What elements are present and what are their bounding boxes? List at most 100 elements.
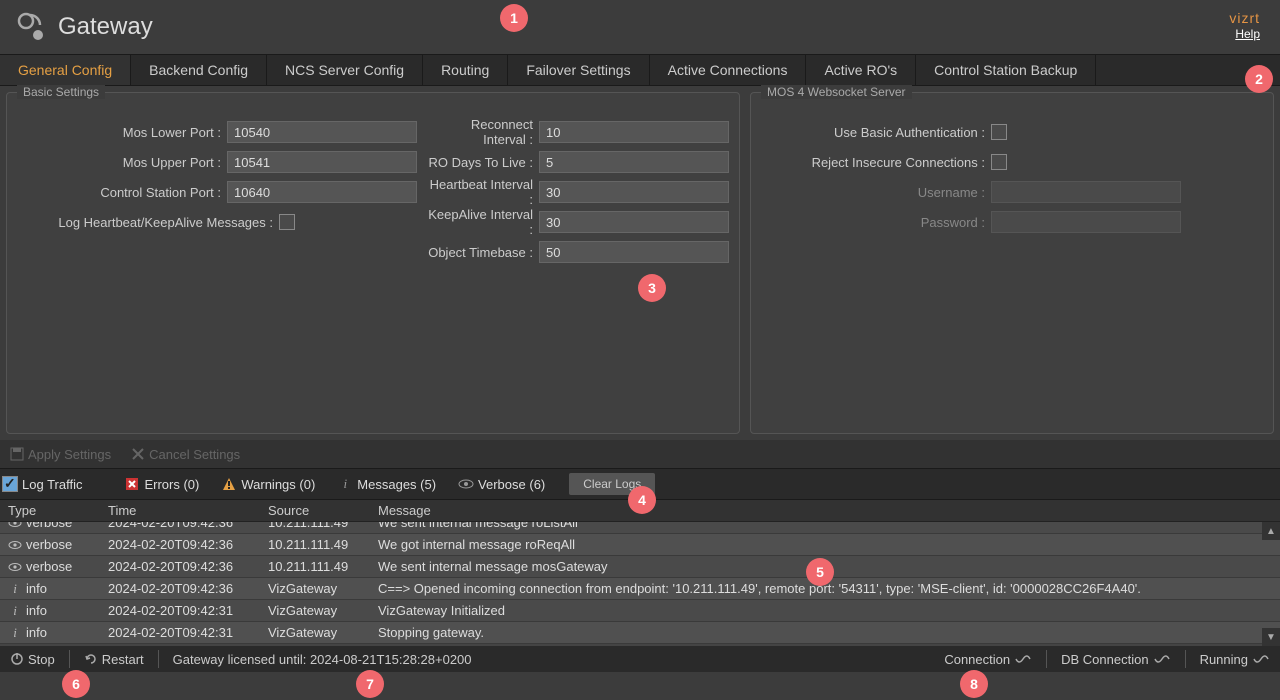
tab-general-config[interactable]: General Config (0, 55, 131, 85)
log-message: Stopping gateway. (370, 625, 1280, 640)
filter-verbose[interactable]: Verbose (6) (454, 476, 549, 492)
actions-bar: Apply Settings Cancel Settings (0, 440, 1280, 468)
tab-failover-settings[interactable]: Failover Settings (508, 55, 649, 85)
log-traffic-checkbox[interactable] (2, 476, 18, 492)
log-row[interactable]: verbose 2024-02-20T09:42:36 10.211.111.4… (0, 522, 1280, 534)
ro-days-input[interactable] (539, 151, 729, 173)
mos-lower-port-input[interactable] (227, 121, 417, 143)
log-row[interactable]: iinfo 2024-02-20T09:42:36 VizGateway C==… (0, 578, 1280, 600)
log-col-time: Time (100, 503, 260, 518)
tab-active-ros[interactable]: Active RO's (806, 55, 916, 85)
app-title: Gateway (58, 13, 153, 41)
verbose-icon (8, 522, 22, 528)
restart-button[interactable]: Restart (78, 652, 150, 667)
annotation-marker: 8 (960, 670, 988, 698)
log-source: VizGateway (260, 603, 370, 618)
log-type: info (26, 625, 47, 640)
tab-control-station-backup[interactable]: Control Station Backup (916, 55, 1096, 85)
scroll-down-button[interactable]: ▼ (1262, 628, 1280, 646)
running-label: Running (1200, 652, 1248, 667)
help-link[interactable]: Help (1235, 27, 1260, 41)
log-col-source: Source (260, 503, 370, 518)
tab-backend-config[interactable]: Backend Config (131, 55, 267, 85)
log-source: VizGateway (260, 625, 370, 640)
control-station-port-input[interactable] (227, 181, 417, 203)
scroll-up-button[interactable]: ▲ (1262, 522, 1280, 540)
keepalive-interval-input[interactable] (539, 211, 729, 233)
log-source: 10.211.111.49 (260, 537, 370, 552)
annotation-marker: 5 (806, 558, 834, 586)
stop-button[interactable]: Stop (4, 652, 61, 667)
password-input[interactable] (991, 211, 1181, 233)
annotation-marker: 4 (628, 486, 656, 514)
basic-settings-panel: Basic Settings Mos Lower Port : Mos Uppe… (6, 92, 740, 434)
cancel-settings-label: Cancel Settings (149, 447, 240, 462)
reconnect-interval-input[interactable] (539, 121, 729, 143)
log-time: 2024-02-20T09:42:36 (100, 559, 260, 574)
log-time: 2024-02-20T09:42:31 (100, 625, 260, 640)
log-source: 10.211.111.49 (260, 522, 370, 530)
filter-errors-label: Errors (0) (144, 477, 199, 492)
mos-lower-port-label: Mos Lower Port : (17, 125, 227, 140)
annotation-marker: 7 (356, 670, 384, 698)
link-icon (1014, 652, 1032, 666)
error-icon (124, 476, 140, 492)
log-source: 10.211.111.49 (260, 559, 370, 574)
filter-warnings-label: Warnings (0) (241, 477, 315, 492)
log-row[interactable]: iinfo 2024-02-20T09:42:31 VizGateway Sto… (0, 622, 1280, 644)
db-connection-status: DB Connection (1055, 652, 1176, 667)
annotation-marker: 6 (62, 670, 90, 698)
info-icon: i (8, 603, 22, 619)
gateway-icon (16, 11, 48, 43)
log-heartbeat-checkbox[interactable] (279, 214, 295, 230)
heartbeat-interval-input[interactable] (539, 181, 729, 203)
heartbeat-interval-label: Heartbeat Interval : (427, 177, 539, 207)
apply-settings-button[interactable]: Apply Settings (2, 443, 119, 466)
object-timebase-input[interactable] (539, 241, 729, 263)
verbose-icon (458, 476, 474, 492)
websocket-server-panel: MOS 4 Websocket Server Use Basic Authent… (750, 92, 1274, 434)
log-row[interactable]: verbose 2024-02-20T09:42:36 10.211.111.4… (0, 534, 1280, 556)
mos-upper-port-label: Mos Upper Port : (17, 155, 227, 170)
app-header: Gateway vizrt Help (0, 0, 1280, 54)
mos-upper-port-input[interactable] (227, 151, 417, 173)
warning-icon (221, 476, 237, 492)
object-timebase-label: Object Timebase : (427, 245, 539, 260)
log-row[interactable]: iinfo 2024-02-20T09:42:31 VizGateway Viz… (0, 600, 1280, 622)
info-icon: i (337, 476, 353, 492)
tab-ncs-server-config[interactable]: NCS Server Config (267, 55, 423, 85)
info-icon: i (8, 625, 22, 641)
username-input[interactable] (991, 181, 1181, 203)
verbose-icon (8, 540, 22, 550)
log-type: verbose (26, 559, 72, 574)
connection-status: Connection (938, 652, 1038, 667)
running-status: Running (1194, 652, 1276, 667)
cancel-settings-button[interactable]: Cancel Settings (123, 443, 248, 466)
save-icon (10, 447, 24, 461)
tab-active-connections[interactable]: Active Connections (650, 55, 807, 85)
verbose-icon (8, 562, 22, 572)
connection-label: Connection (944, 652, 1010, 667)
log-time: 2024-02-20T09:42:31 (100, 603, 260, 618)
log-time: 2024-02-20T09:42:36 (100, 537, 260, 552)
username-label: Username : (761, 185, 991, 200)
log-row[interactable]: verbose 2024-02-20T09:42:36 10.211.111.4… (0, 556, 1280, 578)
power-icon (10, 652, 24, 666)
log-source: VizGateway (260, 581, 370, 596)
log-type: info (26, 581, 47, 596)
tab-routing[interactable]: Routing (423, 55, 508, 85)
filter-errors[interactable]: Errors (0) (120, 476, 203, 492)
restart-icon (84, 652, 98, 666)
filter-messages-label: Messages (5) (357, 477, 436, 492)
filter-warnings[interactable]: Warnings (0) (217, 476, 319, 492)
log-traffic-toggle[interactable]: Log Traffic (2, 476, 82, 492)
use-basic-auth-checkbox[interactable] (991, 124, 1007, 140)
log-message: We got internal message roReqAll (370, 537, 1280, 552)
info-icon: i (8, 581, 22, 597)
log-time: 2024-02-20T09:42:36 (100, 522, 260, 530)
filter-messages[interactable]: i Messages (5) (333, 476, 440, 492)
link-icon (1153, 652, 1171, 666)
annotation-marker: 3 (638, 274, 666, 302)
stop-label: Stop (28, 652, 55, 667)
reject-insecure-checkbox[interactable] (991, 154, 1007, 170)
